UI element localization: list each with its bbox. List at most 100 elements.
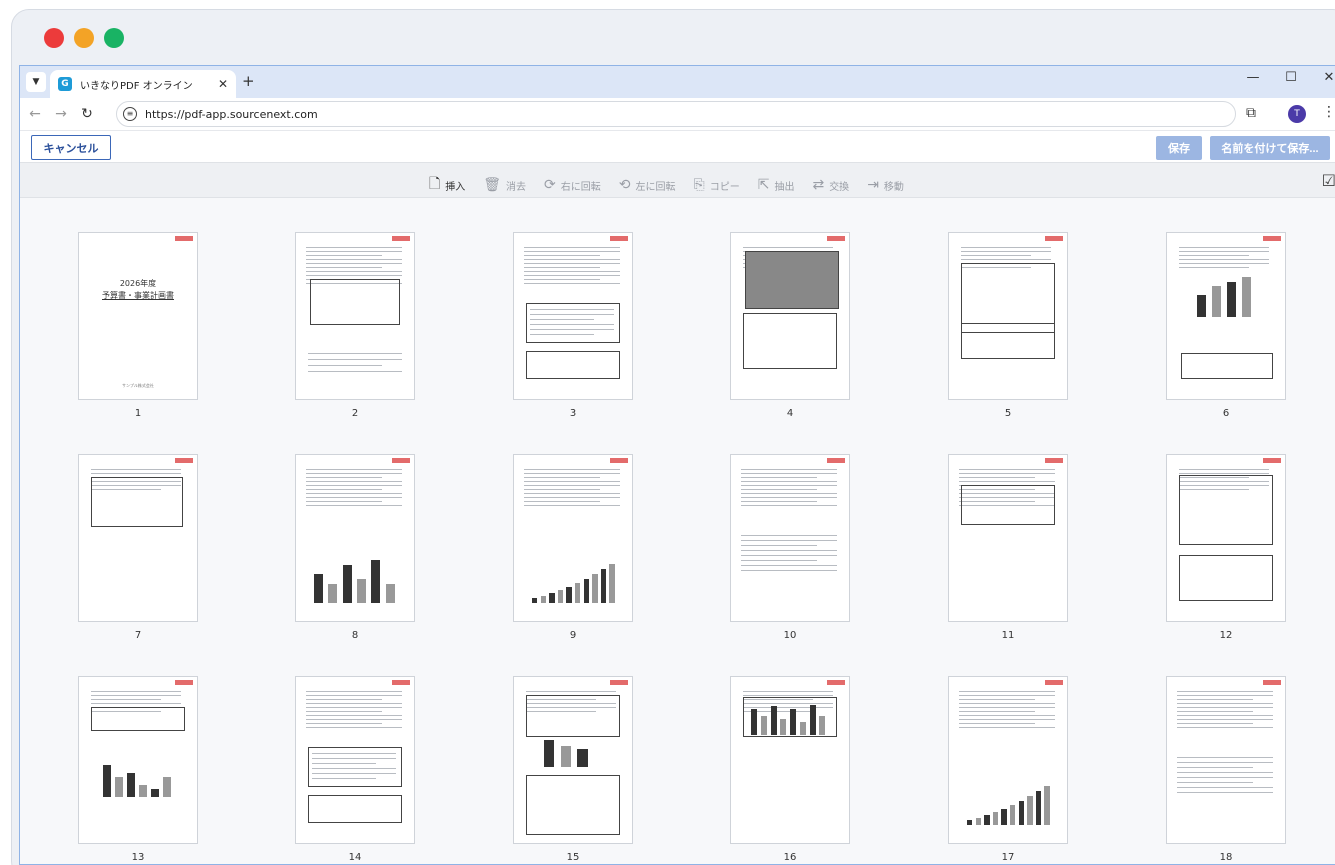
tool-rotate-left[interactable]: ⟲ 左に回転 — [619, 173, 676, 197]
minimize-dot[interactable] — [74, 28, 94, 48]
browser-window-controls: — ☐ ✕ — [1234, 70, 1335, 85]
page-thumbnail[interactable]: 7 — [68, 454, 208, 641]
tool-label: 右に回転 — [560, 181, 601, 193]
minimize-icon[interactable]: — — [1234, 70, 1272, 85]
close-icon[interactable]: ✕ — [218, 77, 228, 91]
page-thumbnail[interactable]: 17 — [938, 676, 1078, 863]
tool-extract[interactable]: ⇱ 抽出 — [758, 173, 795, 197]
move-icon: ⇥ — [867, 177, 879, 193]
site-info-icon[interactable]: ≡ — [123, 107, 137, 121]
page-preview — [513, 232, 633, 400]
page-number: 16 — [783, 852, 797, 863]
close-dot[interactable] — [44, 28, 64, 48]
page-thumbnail[interactable]: 5 — [938, 232, 1078, 419]
page-number: 2 — [351, 408, 359, 419]
page-preview — [948, 676, 1068, 844]
page-number: 10 — [783, 630, 797, 641]
tool-insert[interactable]: 🗋 挿入 — [429, 173, 465, 197]
close-window-icon[interactable]: ✕ — [1310, 70, 1335, 85]
page-thumbnail[interactable]: 9 — [503, 454, 643, 641]
maximize-dot[interactable] — [104, 28, 124, 48]
page-preview — [78, 676, 198, 844]
page-number: 12 — [1219, 630, 1233, 641]
select-all-icon[interactable]: ☑ — [1322, 171, 1335, 190]
tool-trash[interactable]: 🗑 消去 — [483, 173, 526, 197]
page-number: 15 — [566, 852, 580, 863]
page-preview — [513, 454, 633, 622]
page-preview — [730, 676, 850, 844]
page-preview — [295, 454, 415, 622]
forward-icon[interactable]: → — [50, 106, 72, 122]
page-thumbnail[interactable]: 12 — [1156, 454, 1296, 641]
page-preview — [948, 232, 1068, 400]
page-number: 17 — [1001, 852, 1015, 863]
page-preview — [78, 454, 198, 622]
copy-icon: ⎘ — [693, 177, 705, 193]
page-toolbar: 🗋 挿入 🗑 消去 ⟳ 右に回転 ⟲ 左に回転 ⎘ コピー ⇱ 抽出 ⇄ 交換 ⇥ 移動 ☑ — [20, 162, 1335, 198]
tool-label: 左に回転 — [635, 181, 676, 193]
page-preview — [295, 232, 415, 400]
page-thumbnail[interactable]: 15 — [503, 676, 643, 863]
save-button[interactable]: 保存 — [1156, 136, 1202, 160]
url-text: https://pdf-app.sourcenext.com — [145, 107, 318, 121]
tool-replace[interactable]: ⇄ 交換 — [812, 173, 849, 197]
tool-label: 抽出 — [774, 181, 795, 193]
tab-title: いきなりPDF オンライン — [80, 80, 193, 92]
cover-footer: サンプル株式会社 — [122, 383, 154, 388]
page-thumbnail[interactable]: 13 — [68, 676, 208, 863]
rotate-right-icon: ⟳ — [544, 177, 556, 193]
page-number: 9 — [569, 630, 577, 641]
tool-label: 移動 — [883, 181, 904, 193]
trash-icon: 🗑 — [483, 177, 502, 193]
page-thumbnail[interactable]: 8 — [285, 454, 425, 641]
cancel-button[interactable]: キャンセル — [31, 135, 111, 160]
page-number: 7 — [134, 630, 142, 641]
reload-icon[interactable]: ↻ — [76, 106, 98, 122]
tool-copy[interactable]: ⎘ コピー — [694, 173, 740, 197]
page-thumbnail[interactable]: 2 — [285, 232, 425, 419]
rotate-left-icon: ⟲ — [618, 177, 631, 193]
page-number: 18 — [1219, 852, 1233, 863]
save-as-button[interactable]: 名前を付けて保存... — [1210, 136, 1330, 160]
app-header: キャンセル 保存 名前を付けて保存... — [20, 130, 1335, 162]
chevron-down-icon[interactable]: ▼ — [26, 72, 46, 92]
tool-move[interactable]: ⇥ 移動 — [867, 173, 904, 197]
tool-label: コピー — [709, 181, 740, 193]
browser-window: ▼ G いきなりPDF オンライン ✕ + — ☐ ✕ ← → ↻ ≡ http… — [19, 65, 1335, 865]
page-number: 1 — [134, 408, 142, 419]
page-thumbnail[interactable]: 14 — [285, 676, 425, 863]
page-thumbnail[interactable]: 6 — [1156, 232, 1296, 419]
page-thumbnail[interactable]: 18 — [1156, 676, 1296, 863]
page-preview: 2026年度 予算書・事業計画書 サンプル株式会社 — [78, 232, 198, 400]
tool-rotate-right[interactable]: ⟳ 右に回転 — [544, 173, 601, 197]
page-number: 14 — [348, 852, 362, 863]
url-field[interactable]: ≡ https://pdf-app.sourcenext.com — [116, 101, 1236, 127]
replace-icon: ⇄ — [812, 177, 825, 193]
menu-icon[interactable]: ⋮ — [1322, 104, 1335, 120]
new-tab-icon[interactable]: + — [242, 72, 255, 90]
page-thumbnail[interactable]: 4 — [720, 232, 860, 419]
page-number: 8 — [351, 630, 359, 641]
page-thumbnail[interactable]: 10 — [720, 454, 860, 641]
back-icon[interactable]: ← — [24, 106, 46, 122]
page-thumbnail[interactable]: 11 — [938, 454, 1078, 641]
avatar[interactable]: T — [1288, 105, 1306, 123]
window-controls — [44, 28, 124, 48]
page-preview — [1166, 676, 1286, 844]
page-number: 3 — [569, 408, 577, 419]
extensions-icon[interactable]: ⧉ — [1246, 105, 1256, 121]
page-preview — [948, 454, 1068, 622]
tool-label: 消去 — [506, 181, 527, 193]
page-thumbnail[interactable]: 3 — [503, 232, 643, 419]
page-number: 6 — [1222, 408, 1230, 419]
page-thumbnail[interactable]: 2026年度 予算書・事業計画書 サンプル株式会社 1 — [68, 232, 208, 419]
page-number: 13 — [131, 852, 145, 863]
tab-strip: ▼ G いきなりPDF オンライン ✕ + — ☐ ✕ — [20, 66, 1335, 98]
tab-active[interactable]: G いきなりPDF オンライン ✕ — [50, 70, 236, 98]
address-bar: ← → ↻ ≡ https://pdf-app.sourcenext.com ⧉… — [20, 98, 1335, 130]
page-preview — [1166, 454, 1286, 622]
extract-icon: ⇱ — [757, 177, 770, 193]
page-grid: 2026年度 予算書・事業計画書 サンプル株式会社 1 2 3 4 5 6 7 8 9 10 11 12 13… — [20, 232, 1335, 864]
page-thumbnail[interactable]: 16 — [720, 676, 860, 863]
maximize-icon[interactable]: ☐ — [1272, 70, 1310, 85]
